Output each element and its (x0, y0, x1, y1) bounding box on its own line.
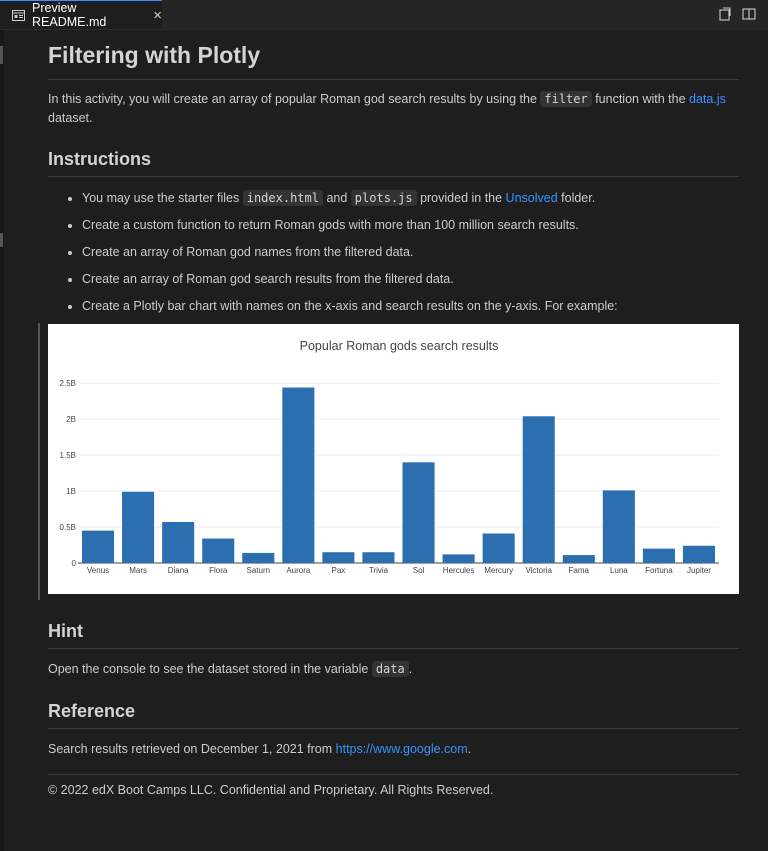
preview-icon (12, 9, 25, 21)
reference-heading: Reference (48, 701, 739, 729)
item-text: provided in the (416, 191, 506, 205)
hint-paragraph: Open the console to see the dataset stor… (48, 660, 739, 679)
x-tick-label: Flora (209, 566, 228, 575)
bar (282, 387, 315, 563)
x-tick-label: Diana (168, 566, 189, 575)
bar (122, 491, 155, 563)
chart-title: Popular Roman gods search results (300, 339, 499, 353)
divider (48, 774, 739, 775)
reference-text: . (467, 742, 472, 756)
inline-code: filter (540, 91, 592, 107)
open-source-icon[interactable] (718, 7, 732, 21)
editor-actions (718, 7, 756, 21)
x-tick-label: Jupiter (687, 566, 711, 575)
x-tick-label: Venus (87, 566, 109, 575)
list-item: You may use the starter files index.html… (48, 189, 739, 216)
hint-text: Open the console to see the dataset stor… (48, 662, 372, 676)
google-link[interactable]: https://www.google.com (336, 742, 468, 756)
list-item: Create a custom function to return Roman… (48, 216, 739, 243)
x-tick-label: Fama (569, 566, 590, 575)
y-tick-label: 0 (72, 559, 77, 568)
x-tick-label: Aurora (286, 566, 311, 575)
bar (442, 554, 475, 563)
y-tick-label: 1B (66, 487, 76, 496)
inline-code: index.html (242, 190, 323, 206)
hint-heading: Hint (48, 621, 739, 649)
page-title: Filtering with Plotly (48, 42, 739, 80)
left-gutter (0, 30, 4, 851)
intro-text: dataset. (48, 111, 93, 125)
x-tick-label: Sol (413, 566, 425, 575)
bar-chart: Popular Roman gods search results 0 0.5B 1… (48, 324, 739, 594)
bar (482, 533, 515, 563)
intro-text: function with the (591, 92, 690, 106)
y-tick-label: 1.5B (60, 451, 76, 460)
tab-preview-readme[interactable]: Preview README.md × (0, 0, 162, 29)
data-js-link[interactable]: data.js (689, 92, 726, 106)
list-item: Create a Plotly bar chart with names on … (48, 297, 739, 324)
close-icon[interactable]: × (153, 8, 162, 23)
gutter-marker (0, 46, 3, 64)
x-tick-label: Trivia (369, 566, 389, 575)
bar (562, 555, 595, 563)
gutter-marker (0, 233, 3, 247)
blockquote-bar (38, 323, 40, 600)
bar (82, 530, 115, 563)
x-tick-label: Luna (610, 566, 628, 575)
bar (522, 416, 555, 563)
x-tick-label: Pax (332, 566, 346, 575)
bar (242, 552, 275, 563)
copyright-footer: © 2022 edX Boot Camps LLC. Confidential … (48, 783, 494, 797)
x-tick-label: Victoria (525, 566, 552, 575)
reference-text: Search results retrieved on December 1, … (48, 742, 336, 756)
bar (642, 548, 675, 563)
inline-code: data (371, 661, 409, 677)
instructions-heading: Instructions (48, 149, 739, 177)
y-tick-label: 0.5B (60, 523, 76, 532)
bar (322, 552, 355, 563)
hint-text: . (408, 662, 413, 676)
list-item: Create an array of Roman god names from … (48, 243, 739, 270)
instructions-list: You may use the starter files index.html… (48, 189, 739, 324)
x-tick-label: Hercules (443, 566, 475, 575)
x-tick-label: Fortuna (645, 566, 673, 575)
unsolved-link[interactable]: Unsolved (506, 191, 558, 205)
split-editor-icon[interactable] (742, 7, 756, 21)
bar (362, 552, 395, 563)
item-text: and (322, 191, 351, 205)
bar (602, 490, 635, 563)
bar (202, 538, 235, 563)
tab-label: Preview README.md (32, 1, 107, 29)
bar (162, 522, 195, 563)
list-item: Create an array of Roman god search resu… (48, 270, 739, 297)
editor-tab-bar: Preview README.md × (0, 0, 768, 30)
y-tick-label: 2.5B (60, 379, 76, 388)
inline-code: plots.js (350, 190, 417, 206)
x-tick-label: Mars (129, 566, 147, 575)
chart-svg: Popular Roman gods search results 0 0.5B 1… (60, 339, 719, 575)
reference-paragraph: Search results retrieved on December 1, … (48, 740, 739, 759)
y-tick-label: 2B (66, 415, 76, 424)
intro-text: In this activity, you will create an arr… (48, 92, 541, 106)
x-tick-label: Mercury (484, 566, 513, 575)
bar (402, 462, 435, 563)
x-tick-label: Saturn (246, 566, 270, 575)
item-text: You may use the starter files (82, 191, 243, 205)
bar (682, 545, 715, 563)
intro-paragraph: In this activity, you will create an arr… (48, 90, 739, 128)
item-text: folder. (557, 191, 596, 205)
